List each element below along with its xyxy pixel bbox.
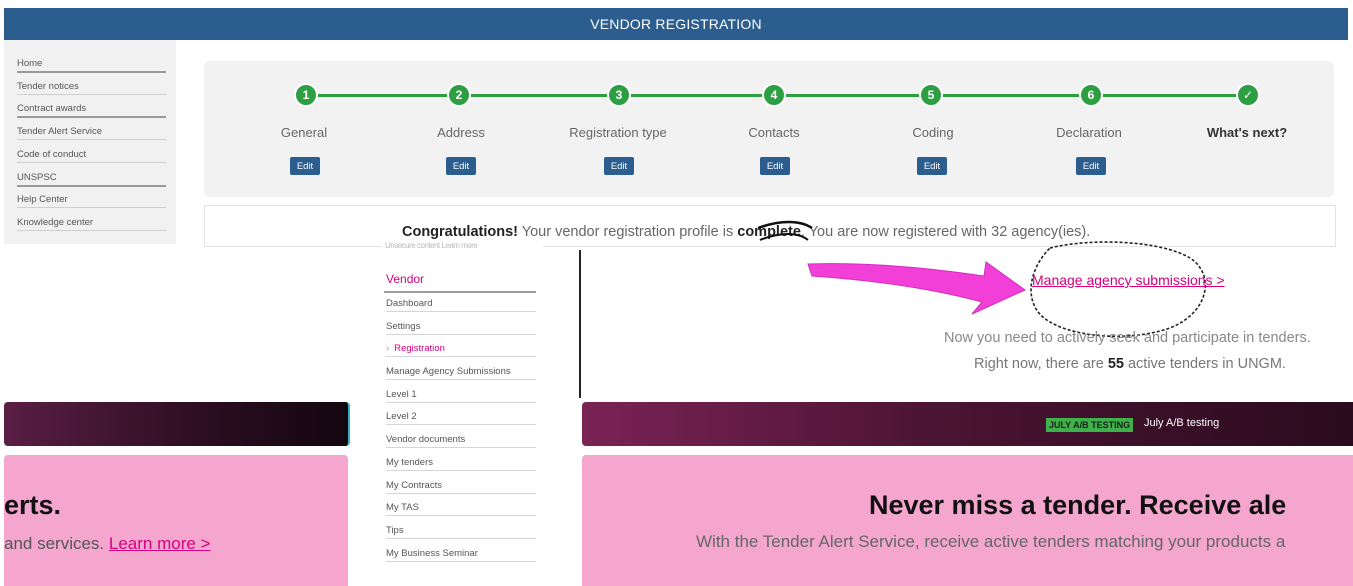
promo-left-text: and services. Learn more > bbox=[4, 534, 210, 554]
edit-declaration-button[interactable]: Edit bbox=[1076, 157, 1106, 175]
step-5-marker: 5 bbox=[919, 83, 943, 107]
vendor-nav-settings[interactable]: Settings bbox=[386, 321, 536, 335]
annotation-arrow-icon bbox=[757, 220, 1026, 315]
nav-unspsc[interactable]: UNSPSC bbox=[17, 172, 166, 187]
step-label-general: General bbox=[280, 125, 328, 140]
congrats-lead: Congratulations! bbox=[402, 224, 518, 240]
vendor-nav-dashboard[interactable]: Dashboard bbox=[386, 298, 536, 312]
nav-knowledge-center[interactable]: Knowledge center bbox=[17, 217, 166, 231]
vendor-title-divider bbox=[384, 291, 536, 293]
chevron-right-icon: › bbox=[386, 343, 390, 354]
vendor-nav-vendor-documents[interactable]: Vendor documents bbox=[386, 434, 536, 448]
promo-left-heading: erts. bbox=[4, 490, 62, 520]
step-label-address: Address bbox=[437, 125, 485, 140]
vendor-nav-registration[interactable]: › Registration bbox=[386, 343, 536, 357]
page-title: VENDOR REGISTRATION bbox=[590, 16, 762, 32]
banner-bar-left bbox=[4, 402, 350, 446]
edit-contacts-button[interactable]: Edit bbox=[760, 157, 790, 175]
vendor-nav-my-tenders[interactable]: My tenders bbox=[386, 457, 536, 471]
step-1-marker: 1 bbox=[294, 83, 318, 107]
step-label-registration-type: Registration type bbox=[569, 125, 667, 140]
manage-agency-submissions-link[interactable]: Manage agency submissions > bbox=[1032, 272, 1225, 288]
vendor-nav-registration-label: Registration bbox=[394, 343, 445, 354]
step-4-marker: 4 bbox=[762, 83, 786, 107]
edit-registration-type-button[interactable]: Edit bbox=[604, 157, 634, 175]
obscured-text: Unsecure content Learn more bbox=[385, 241, 478, 250]
congrats-mid: Your vendor registration profile is bbox=[518, 224, 738, 240]
vendor-section-title: Vendor bbox=[386, 272, 425, 286]
step-complete-check-icon: ✓ bbox=[1236, 83, 1260, 107]
step-3-marker: 3 bbox=[607, 83, 631, 107]
ab-testing-label: July A/B testing bbox=[1144, 417, 1220, 429]
vendor-nav-level-1[interactable]: Level 1 bbox=[386, 389, 536, 403]
edit-address-button[interactable]: Edit bbox=[446, 157, 476, 175]
active-tenders-pre: Right now, there are bbox=[974, 356, 1108, 372]
edit-general-button[interactable]: Edit bbox=[290, 157, 320, 175]
seek-tenders-text: Now you need to actively seek and partic… bbox=[944, 330, 1311, 346]
step-6-marker: 6 bbox=[1079, 83, 1103, 107]
promo-left-body: and services. bbox=[4, 534, 109, 553]
step-label-whats-next: What's next? bbox=[1206, 125, 1288, 140]
ab-testing-badge: JULY A/B TESTING bbox=[1046, 418, 1134, 432]
nav-tender-notices[interactable]: Tender notices bbox=[17, 81, 166, 95]
nav-tender-alert-service[interactable]: Tender Alert Service bbox=[17, 126, 166, 140]
promo-right-heading: Never miss a tender. Receive ale bbox=[869, 490, 1287, 520]
active-tenders-text: Right now, there are 55 active tenders i… bbox=[974, 356, 1286, 372]
ab-testing-banner bbox=[582, 402, 1353, 446]
edit-coding-button[interactable]: Edit bbox=[917, 157, 947, 175]
step-label-declaration: Declaration bbox=[1056, 125, 1122, 140]
vertical-divider bbox=[579, 250, 581, 398]
learn-more-link[interactable]: Learn more > bbox=[109, 534, 211, 553]
annotation-circle-icon bbox=[1030, 241, 1206, 338]
promo-right-text: With the Tender Alert Service, receive a… bbox=[696, 532, 1286, 551]
step-label-coding: Coding bbox=[912, 125, 954, 140]
step-2-marker: 2 bbox=[447, 83, 471, 107]
vendor-nav-manage-agency-submissions[interactable]: Manage Agency Submissions bbox=[386, 366, 536, 380]
vendor-nav-level-2[interactable]: Level 2 bbox=[386, 411, 536, 425]
vendor-nav-my-contracts[interactable]: My Contracts bbox=[386, 480, 536, 494]
active-tenders-count: 55 bbox=[1107, 356, 1124, 372]
nav-code-of-conduct[interactable]: Code of conduct bbox=[17, 149, 166, 163]
vendor-nav-tips[interactable]: Tips bbox=[386, 525, 536, 539]
vendor-nav-my-tas[interactable]: My TAS bbox=[386, 502, 536, 516]
nav-home[interactable]: Home bbox=[17, 58, 166, 73]
vendor-nav-my-business-seminar[interactable]: My Business Seminar bbox=[386, 548, 536, 562]
nav-help-center[interactable]: Help Center bbox=[17, 194, 166, 208]
nav-contract-awards[interactable]: Contract awards bbox=[17, 103, 166, 118]
active-tenders-post: active tenders in UNGM. bbox=[1123, 356, 1286, 372]
step-label-contacts: Contacts bbox=[748, 125, 800, 140]
page-header: VENDOR REGISTRATION bbox=[4, 8, 1348, 40]
